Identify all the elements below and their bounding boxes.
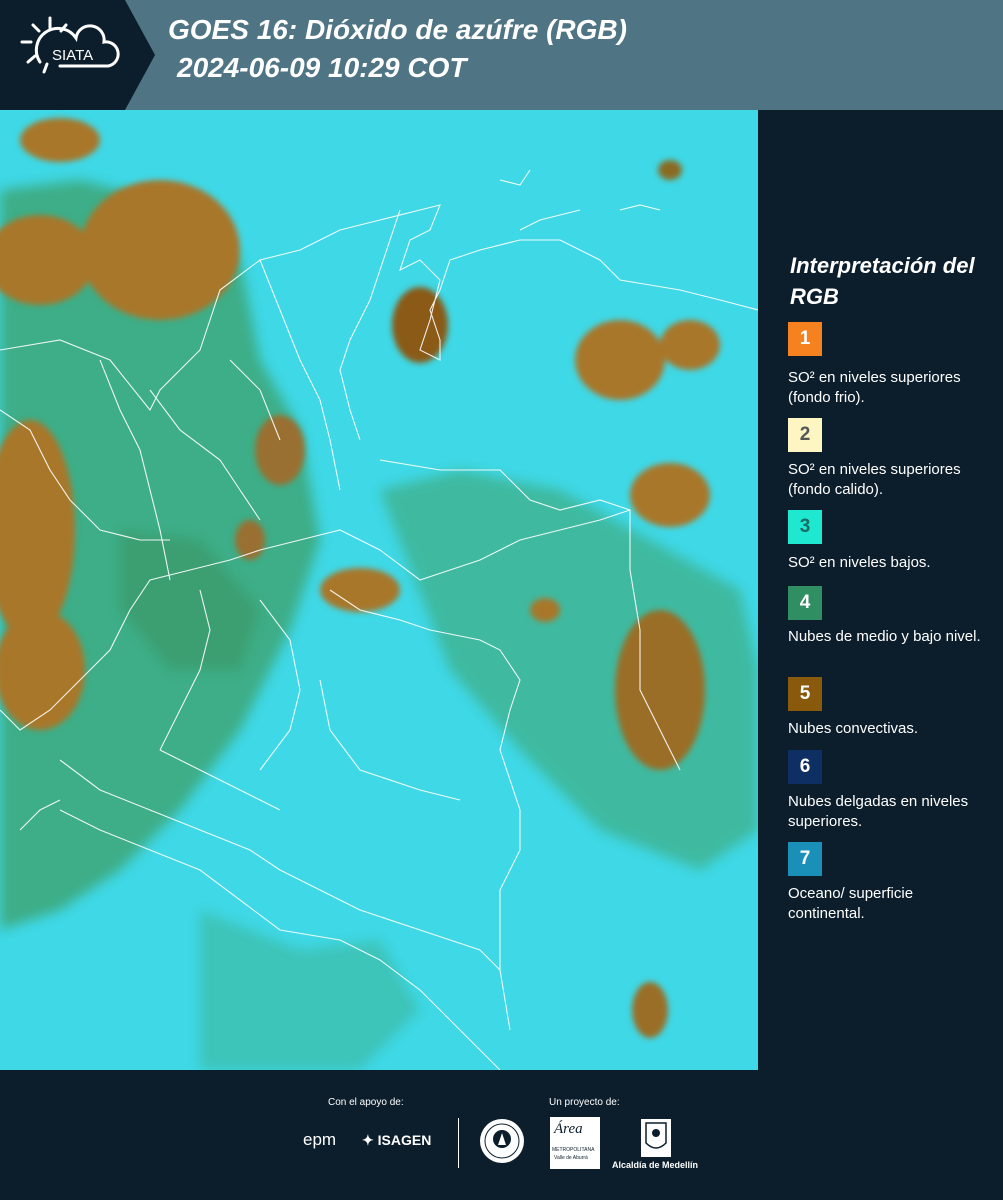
- legend-swatch-number: 4: [799, 592, 811, 613]
- area-metropolitana-logo: Área METROPOLITANA Valle de Aburrá: [550, 1117, 600, 1169]
- alcaldia-text: Alcaldía de Medellín: [612, 1160, 699, 1170]
- area-logo-subtext: METROPOLITANA: [552, 1147, 595, 1153]
- timestamp: 2024-06-09 10:29 COT: [177, 52, 467, 83]
- isagen-logo: ✦ ISAGEN: [362, 1132, 431, 1149]
- area-logo-text: Área: [554, 1121, 583, 1137]
- siata-logo: SIATA: [0, 0, 155, 110]
- legend-label-1: SO² en niveles superiores (fondo frio).: [788, 369, 961, 406]
- legend-title: Interpretación del RGB: [790, 253, 975, 309]
- legend-label-2: SO² en niveles superiores (fondo calido)…: [788, 461, 961, 498]
- footer-divider: [458, 1118, 459, 1168]
- legend-label-5: Nubes convectivas.: [788, 720, 919, 737]
- legend-swatch-4: 4: [788, 586, 822, 620]
- logo-text: SIATA: [52, 47, 93, 64]
- page-title: GOES 16: Dióxido de azúfre (RGB): [168, 14, 627, 45]
- medellin-seal-logo: [478, 1117, 526, 1165]
- legend-label-7: Oceano/ superficie continental.: [788, 885, 914, 922]
- legend-swatch-6: 6: [788, 750, 822, 784]
- legend-label-6: Nubes delgadas en niveles superiores.: [788, 793, 969, 830]
- legend-swatch-5: 5: [788, 677, 822, 711]
- legend-swatch-number: 7: [799, 848, 811, 869]
- alcaldia-crest-icon: [641, 1119, 671, 1157]
- legend-swatch-1: 1: [788, 322, 822, 356]
- legend-swatch-number: 3: [799, 516, 811, 537]
- project-caption: Un proyecto de:: [549, 1097, 620, 1108]
- legend-label-4: Nubes de medio y bajo nivel.: [788, 628, 981, 645]
- legend-swatch-number: 1: [799, 328, 811, 349]
- isagen-icon: ✦: [362, 1132, 374, 1148]
- header-bar: SIATA GOES 16: Dióxido de azúfre (RGB) 2…: [0, 0, 1003, 110]
- legend-label-3: SO² en niveles bajos.: [788, 554, 931, 571]
- legend-swatch-number: 5: [799, 683, 811, 704]
- legend-panel: Interpretación del RGB 1 SO² en niveles …: [758, 110, 1003, 1070]
- support-caption: Con el apoyo de:: [328, 1097, 404, 1108]
- legend-swatch-number: 6: [799, 756, 811, 777]
- satellite-map: [0, 110, 759, 1071]
- legend-swatch-3: 3: [788, 510, 822, 544]
- isagen-text: ISAGEN: [377, 1132, 432, 1148]
- footer: Con el apoyo de: Un proyecto de: epm ✦ I…: [0, 1070, 1003, 1200]
- area-logo-subtext2: Valle de Aburrá: [554, 1155, 588, 1161]
- legend-swatch-7: 7: [788, 842, 822, 876]
- legend-swatch-number: 2: [799, 424, 811, 445]
- epm-logo: epm: [303, 1130, 337, 1149]
- legend-swatch-2: 2: [788, 418, 822, 452]
